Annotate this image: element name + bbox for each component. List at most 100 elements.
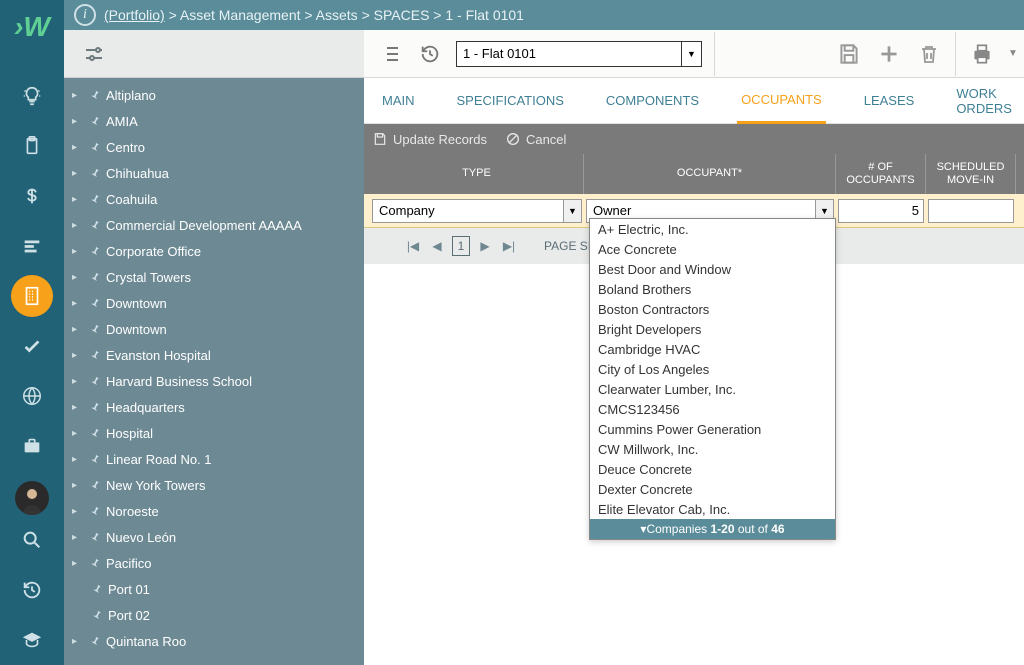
dropdown-option[interactable]: City of Los Angeles <box>590 359 835 379</box>
first-page-button[interactable]: |◀ <box>404 237 422 255</box>
caret-icon: ▸ <box>72 272 82 283</box>
trash-icon[interactable] <box>915 40 943 68</box>
occupant-dropdown-popup: A+ Electric, Inc.Ace ConcreteBest Door a… <box>589 218 836 540</box>
clipboard-icon[interactable] <box>4 121 60 171</box>
tree-list[interactable]: ▸Altiplano▸AMIA▸Centro▸Chihuahua▸Coahuil… <box>64 78 364 665</box>
dropdown-option[interactable]: Best Door and Window <box>590 259 835 279</box>
tree-item-label: Corporate Office <box>106 244 201 259</box>
list-icon[interactable] <box>376 40 404 68</box>
left-rail: ›W <box>0 0 64 665</box>
occupant-count-input[interactable] <box>838 199 924 223</box>
check-icon[interactable] <box>4 321 60 371</box>
tree-item[interactable]: ▸ Crystal Towers <box>64 264 364 290</box>
dropdown-option[interactable]: Elite Elevator Cab, Inc. <box>590 499 835 519</box>
tree-item[interactable]: ▸Centro <box>64 134 364 160</box>
dropdown-option[interactable]: CMCS123456 <box>590 399 835 419</box>
tree-item[interactable]: ▸Noroeste <box>64 498 364 524</box>
info-icon[interactable]: i <box>74 4 96 26</box>
history-toolbar-icon[interactable] <box>416 40 444 68</box>
pin-icon <box>86 373 102 389</box>
tree-item[interactable]: ▸Linear Road No. 1 <box>64 446 364 472</box>
dropdown-option[interactable]: CW Millwork, Inc. <box>590 439 835 459</box>
pin-icon <box>86 243 102 259</box>
tree-item[interactable]: Port 01 <box>64 576 364 602</box>
tab-leases[interactable]: LEASES <box>860 79 919 122</box>
pin-icon <box>86 321 102 337</box>
tab-work-orders[interactable]: WORK ORDERS <box>952 72 1016 130</box>
tree-item[interactable]: ▸Pacifico <box>64 550 364 576</box>
tab-components[interactable]: COMPONENTS <box>602 79 703 122</box>
dropdown-option[interactable]: Deuce Concrete <box>590 459 835 479</box>
tree-item[interactable]: ▸Corporate Office <box>64 238 364 264</box>
caret-icon: ▸ <box>72 532 82 543</box>
avatar[interactable] <box>15 481 49 515</box>
tab-main[interactable]: MAIN <box>378 79 419 122</box>
tab-specifications[interactable]: SPECIFICATIONS <box>453 79 568 122</box>
tab-occupants[interactable]: OCCUPANTS <box>737 78 826 124</box>
tree-item-label: Headquarters <box>106 400 185 415</box>
tree-item[interactable]: Port 02 <box>64 602 364 628</box>
dollar-icon[interactable] <box>4 171 60 221</box>
tree-item[interactable]: ▸Coahuila <box>64 186 364 212</box>
pin-icon <box>86 451 102 467</box>
asset-selector-value: 1 - Flat 0101 <box>463 46 536 61</box>
globe-icon[interactable] <box>4 371 60 421</box>
plus-icon[interactable] <box>875 40 903 68</box>
dropdown-option[interactable]: Ace Concrete <box>590 239 835 259</box>
pin-icon <box>86 555 102 571</box>
tree-item[interactable]: ▸Commercial Development AAAAA <box>64 212 364 238</box>
tree-item[interactable]: ▸Nuevo León <box>64 524 364 550</box>
breadcrumb: i (Portfolio) > Asset Management > Asset… <box>64 0 1024 30</box>
next-page-button[interactable]: ▶ <box>476 237 494 255</box>
tree-item[interactable]: ▸Evanston Hospital <box>64 342 364 368</box>
dropdown-option[interactable]: A+ Electric, Inc. <box>590 219 835 239</box>
dropdown-option[interactable]: Cummins Power Generation <box>590 419 835 439</box>
dropdown-option[interactable]: Cambridge HVAC <box>590 339 835 359</box>
graduation-icon[interactable] <box>4 615 60 665</box>
col-type: TYPE <box>370 154 584 194</box>
movein-input[interactable] <box>928 199 1014 223</box>
search-icon[interactable] <box>4 515 60 565</box>
asset-selector[interactable]: 1 - Flat 0101 ▼ <box>456 41 702 67</box>
save-icon[interactable] <box>835 40 863 68</box>
update-records-button[interactable]: Update Records <box>372 131 487 147</box>
breadcrumb-root[interactable]: (Portfolio) <box>104 7 165 23</box>
tree-item[interactable]: ▸Altiplano <box>64 82 364 108</box>
pin-icon <box>86 87 102 103</box>
dropdown-option[interactable]: Clearwater Lumber, Inc. <box>590 379 835 399</box>
dropdown-option[interactable]: Boston Contractors <box>590 299 835 319</box>
page-number[interactable]: 1 <box>452 236 470 256</box>
tree-item[interactable]: ▸Quintana Roo <box>64 628 364 654</box>
tree-item-label: Crystal Towers <box>106 270 191 285</box>
tree-item[interactable]: ▸Downtown <box>64 290 364 316</box>
building-icon[interactable] <box>11 275 53 317</box>
bars-icon[interactable] <box>4 221 60 271</box>
print-caret-icon[interactable]: ▼ <box>1008 48 1018 59</box>
dropdown-option[interactable]: Dexter Concrete <box>590 479 835 499</box>
prev-page-button[interactable]: ◀ <box>428 237 446 255</box>
print-icon[interactable] <box>968 40 996 68</box>
last-page-button[interactable]: ▶| <box>500 237 518 255</box>
dropdown-option[interactable]: Boland Brothers <box>590 279 835 299</box>
tree-item[interactable]: ▸New York Towers <box>64 472 364 498</box>
tree-item[interactable]: ▸Harvard Business School <box>64 368 364 394</box>
tree-item-label: Evanston Hospital <box>106 348 211 363</box>
dropdown-option[interactable]: Bright Developers <box>590 319 835 339</box>
col-occupant: OCCUPANT* <box>584 154 836 194</box>
chevron-down-icon: ▼ <box>681 42 701 66</box>
sliders-icon[interactable] <box>80 40 108 68</box>
cancel-button[interactable]: Cancel <box>505 131 566 147</box>
breadcrumb-path: > Asset Management > Assets > SPACES > 1… <box>165 7 524 23</box>
tree-item[interactable]: ▸Downtown <box>64 316 364 342</box>
briefcase-icon[interactable] <box>4 421 60 471</box>
tree-item[interactable]: ▸Headquarters <box>64 394 364 420</box>
history-icon[interactable] <box>4 565 60 615</box>
table-header: TYPE OCCUPANT* # OF OCCUPANTS SCHEDULED … <box>364 154 1024 194</box>
tree-item[interactable]: ▸Hospital <box>64 420 364 446</box>
ideas-icon[interactable] <box>4 71 60 121</box>
tree-item[interactable]: ▸AMIA <box>64 108 364 134</box>
tree-item[interactable]: ▸Chihuahua <box>64 160 364 186</box>
type-select[interactable]: Company ▼ <box>372 199 582 223</box>
tree-item-label: Commercial Development AAAAA <box>106 218 302 233</box>
logo: ›W <box>0 0 64 53</box>
